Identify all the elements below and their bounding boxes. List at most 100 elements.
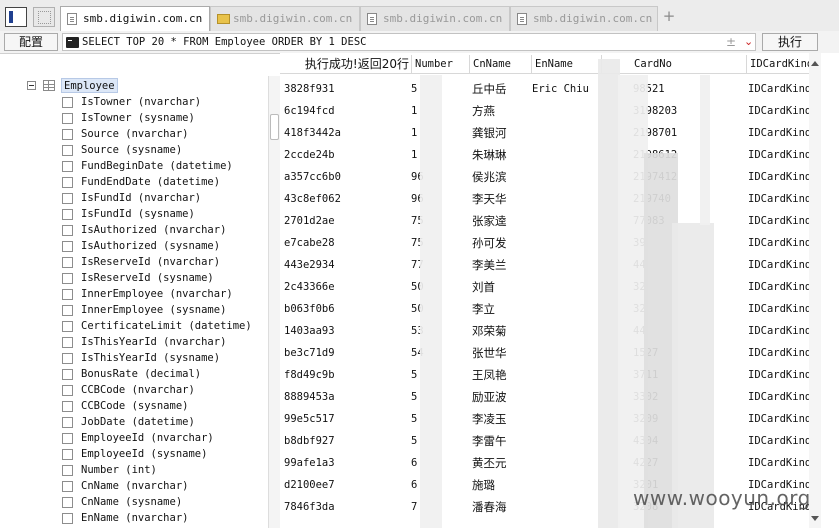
tree-field-item[interactable]: Number (int)	[0, 462, 268, 478]
field-checkbox[interactable]	[62, 449, 73, 460]
field-checkbox[interactable]	[62, 241, 73, 252]
tree-field-item[interactable]: EmployeeId (nvarchar)	[0, 430, 268, 446]
tree-field-item[interactable]: CnName (nvarchar)	[0, 478, 268, 494]
field-checkbox[interactable]	[62, 433, 73, 444]
tree-field-item[interactable]: JobDate (datetime)	[0, 414, 268, 430]
table-row[interactable]: a357cc6b096侯兆滨2197412IDCardKind	[280, 166, 811, 188]
tree-field-item[interactable]: CnName (sysname)	[0, 494, 268, 510]
tree-field-item[interactable]: EnName (nvarchar)	[0, 510, 268, 526]
table-row[interactable]: 443e293477李美兰44IDCardKind	[280, 254, 811, 276]
column-header-cnname[interactable]: CnName	[469, 55, 531, 73]
config-button[interactable]: 配置	[4, 33, 58, 51]
tree-field-item[interactable]: IsReserveId (sysname)	[0, 270, 268, 286]
table-row[interactable]: e7cabe2875孙可发39IDCardKind	[280, 232, 811, 254]
field-checkbox[interactable]	[62, 177, 73, 188]
field-label: EmployeeId (sysname)	[81, 448, 208, 460]
tree-field-item[interactable]: IsThisYearId (sysname)	[0, 350, 268, 366]
table-row[interactable]: 2701d2ae75张家逵77083IDCardKind	[280, 210, 811, 232]
field-checkbox[interactable]	[62, 353, 73, 364]
field-checkbox[interactable]	[62, 321, 73, 332]
field-checkbox[interactable]	[62, 513, 73, 524]
tree-field-item[interactable]: BonusRate (decimal)	[0, 366, 268, 382]
tree-field-item[interactable]: IsReserveId (nvarchar)	[0, 254, 268, 270]
field-checkbox[interactable]	[62, 305, 73, 316]
tree-table-label[interactable]: Employee	[61, 78, 118, 93]
field-checkbox[interactable]	[62, 225, 73, 236]
table-row[interactable]: be3c71d954张世华1527IDCardKind	[280, 342, 811, 364]
add-tab-button[interactable]: +	[662, 9, 676, 24]
chevron-down-icon[interactable]: ⌄	[744, 34, 753, 50]
table-row[interactable]: 6c194fcd 1 方燕 3198203 IDCardKind	[280, 100, 811, 122]
scroll-up-icon[interactable]	[811, 61, 819, 66]
tree-scroll-thumb[interactable]	[270, 114, 279, 140]
tree-field-item[interactable]: FundEndDate (datetime)	[0, 174, 268, 190]
grid-toggle-button[interactable]	[33, 7, 55, 27]
field-checkbox[interactable]	[62, 273, 73, 284]
tree-field-item[interactable]: IsTowner (nvarchar)	[0, 94, 268, 110]
tab-smb-2[interactable]: smb.digiwin.com.cn	[210, 6, 360, 31]
grid-scrollbar[interactable]	[809, 53, 821, 528]
table-row[interactable]: 43c8ef06296李天华219740IDCardKind	[280, 188, 811, 210]
column-header-idcardkind[interactable]: IDCardKind	[746, 55, 809, 73]
table-row[interactable]: b8dbf9275李雷午4304IDCardKind	[280, 430, 811, 452]
execute-button[interactable]: 执行	[762, 33, 818, 51]
tree-field-item[interactable]: Source (sysname)	[0, 142, 268, 158]
table-row[interactable]: 99e5c5175李凌玉3209IDCardKind	[280, 408, 811, 430]
tree-field-item[interactable]: CCBCode (sysname)	[0, 398, 268, 414]
plus-minus-icon[interactable]: ±	[726, 34, 736, 50]
tab-smb-3[interactable]: smb.digiwin.com.cn	[360, 6, 510, 31]
field-checkbox[interactable]	[62, 113, 73, 124]
tree-field-item[interactable]: IsAuthorized (sysname)	[0, 238, 268, 254]
tree-field-item[interactable]: IsAuthorized (nvarchar)	[0, 222, 268, 238]
tree-field-item[interactable]: EmployeeId (sysname)	[0, 446, 268, 462]
tree-field-item[interactable]: Source (nvarchar)	[0, 126, 268, 142]
sql-query-input[interactable]	[82, 34, 702, 50]
tree-field-item[interactable]: IsThisYearId (nvarchar)	[0, 334, 268, 350]
field-checkbox[interactable]	[62, 161, 73, 172]
field-checkbox[interactable]	[62, 193, 73, 204]
collapse-icon[interactable]	[27, 81, 36, 90]
field-checkbox[interactable]	[62, 385, 73, 396]
table-row[interactable]: 99afe1a36黄丕元4227IDCardKind	[280, 452, 811, 474]
scroll-down-icon[interactable]	[811, 516, 819, 521]
field-checkbox[interactable]	[62, 289, 73, 300]
field-checkbox[interactable]	[62, 145, 73, 156]
cell-id: a357cc6b0	[284, 171, 341, 183]
field-checkbox[interactable]	[62, 209, 73, 220]
field-checkbox[interactable]	[62, 337, 73, 348]
column-header-number[interactable]: Number	[411, 55, 469, 73]
table-row[interactable]: 2c43366e50刘首32IDCardKind	[280, 276, 811, 298]
field-checkbox[interactable]	[62, 401, 73, 412]
field-checkbox[interactable]	[62, 497, 73, 508]
field-checkbox[interactable]	[62, 257, 73, 268]
tree-field-item[interactable]: InnerEmployee (sysname)	[0, 302, 268, 318]
field-checkbox[interactable]	[62, 481, 73, 492]
column-header-cardno[interactable]: CardNo	[601, 55, 746, 73]
table-row[interactable]: 3828f931 5 丘中岳 Eric Chiu 98521 IDCardKind	[280, 78, 811, 100]
tree-field-item[interactable]: InnerEmployee (nvarchar)	[0, 286, 268, 302]
table-row[interactable]: f8d49c9b5王凤艳3711IDCardKind	[280, 364, 811, 386]
table-row[interactable]: 1403aa9353邓荣菊44IDCardKind	[280, 320, 811, 342]
field-checkbox[interactable]	[62, 465, 73, 476]
tab-smb-4[interactable]: smb.digiwin.com.cn	[510, 6, 658, 31]
tree-field-item[interactable]: FundBeginDate (datetime)	[0, 158, 268, 174]
column-header-enname[interactable]: EnName	[531, 55, 601, 73]
tree-field-item[interactable]: CCBCode (nvarchar)	[0, 382, 268, 398]
tree-node-employee[interactable]: Employee	[0, 78, 268, 94]
tree-scrollbar[interactable]	[268, 76, 280, 528]
panel-toggle-button[interactable]	[5, 7, 27, 27]
field-checkbox[interactable]	[62, 97, 73, 108]
tree-field-item[interactable]: IsFundId (nvarchar)	[0, 190, 268, 206]
field-checkbox[interactable]	[62, 417, 73, 428]
tree-field-item[interactable]: IsFundId (sysname)	[0, 206, 268, 222]
tab-smb-1[interactable]: smb.digiwin.com.cn	[60, 6, 210, 32]
tree-field-item[interactable]: CertificateLimit (datetime)	[0, 318, 268, 334]
table-row[interactable]: 8889453a5励亚波3302IDCardKind	[280, 386, 811, 408]
table-row[interactable]: b063f0b650李立32IDCardKind	[280, 298, 811, 320]
table-row[interactable]: 2ccde24b1朱琳琳2198612IDCardKind	[280, 144, 811, 166]
table-row[interactable]: 418f3442a 1 龚银河 2198701 IDCardKind	[280, 122, 811, 144]
field-checkbox[interactable]	[62, 369, 73, 380]
tree-field-item[interactable]: IsTowner (sysname)	[0, 110, 268, 126]
field-checkbox[interactable]	[62, 129, 73, 140]
cell-id: 418f3442a	[284, 127, 341, 139]
